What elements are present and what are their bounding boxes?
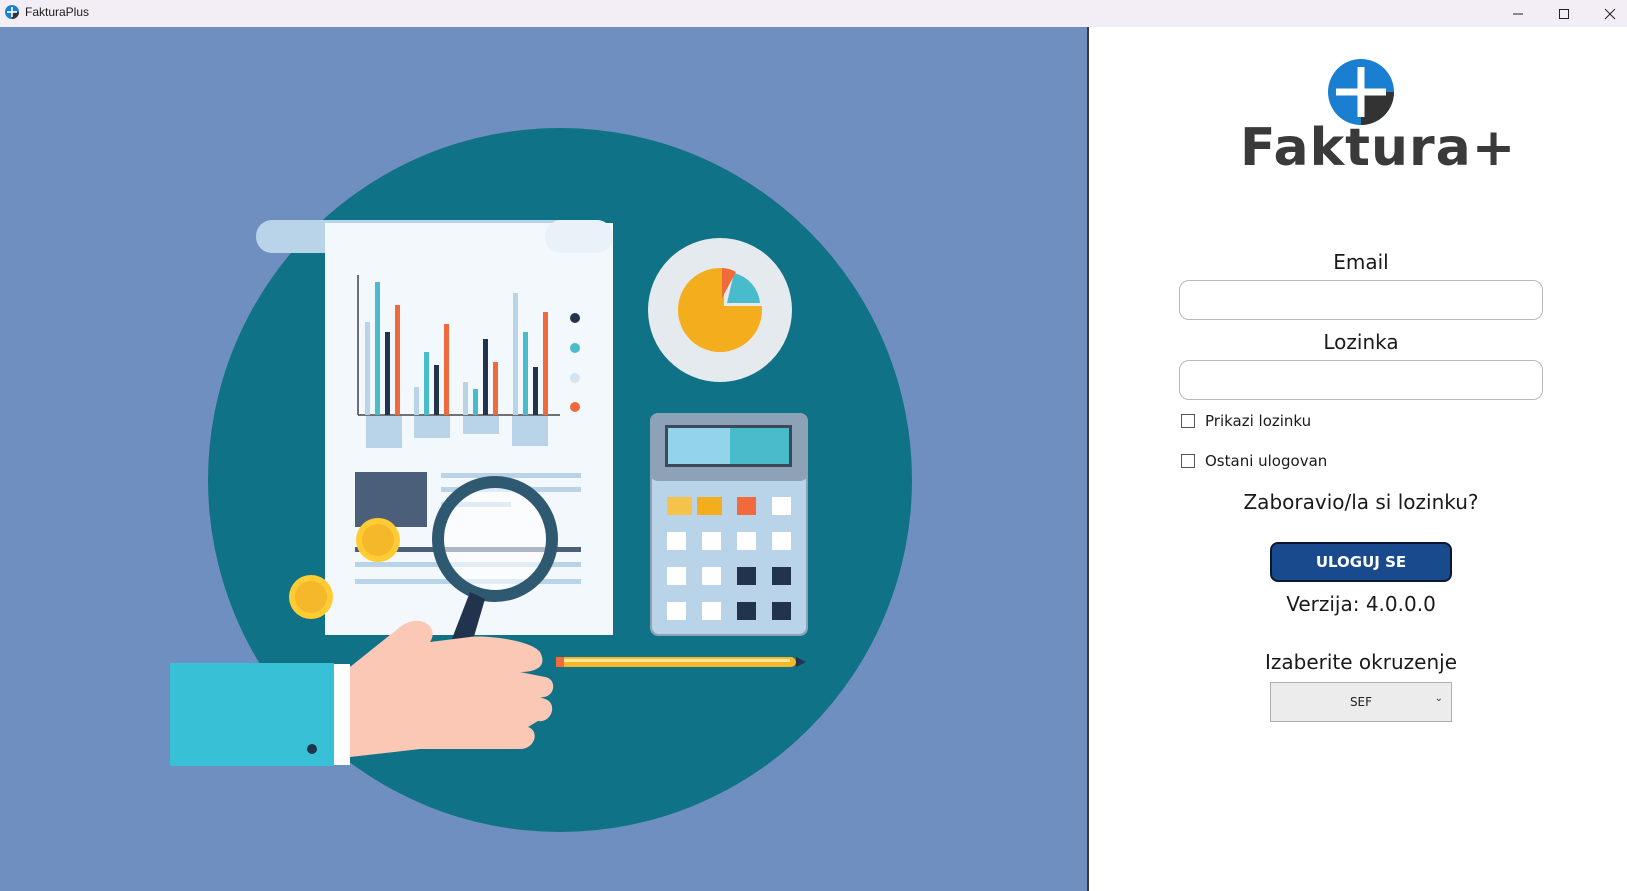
login-button[interactable]: ULOGUJ SE <box>1270 542 1452 582</box>
stay-logged-in-label: Ostani ulogovan <box>1205 452 1328 470</box>
close-button[interactable] <box>1587 0 1627 27</box>
maximize-icon <box>1559 8 1569 19</box>
stay-logged-in-checkbox[interactable] <box>1181 454 1195 468</box>
show-password-checkbox[interactable] <box>1181 414 1195 428</box>
chevron-down-icon: ⌄ <box>1434 693 1443 704</box>
finance-illustration <box>170 128 912 832</box>
stay-logged-in-row[interactable]: Ostani ulogovan <box>1181 452 1327 470</box>
email-label: Email <box>1333 250 1389 274</box>
illustration-panel <box>0 27 1087 891</box>
app-logo-icon <box>5 5 19 19</box>
faktura-logo-icon <box>1328 59 1394 125</box>
show-password-label: Prikazi lozinku <box>1205 412 1312 430</box>
maximize-button[interactable] <box>1541 0 1587 27</box>
minimize-button[interactable] <box>1495 0 1541 27</box>
version-text: Verzija: 4.0.0.0 <box>1286 592 1436 616</box>
email-input[interactable] <box>1179 280 1543 320</box>
password-input[interactable] <box>1179 360 1543 400</box>
forgot-password-link[interactable]: Zaboravio/la si lozinku? <box>1179 490 1543 514</box>
window-title: FakturaPlus <box>25 5 90 19</box>
logo-wordmark: Faktura+ <box>1240 118 1517 178</box>
environment-selected-value: SEF <box>1349 695 1373 709</box>
minimize-icon <box>1513 13 1523 14</box>
environment-label: Izaberite okruzenje <box>1265 650 1457 674</box>
environment-select[interactable]: SEF ⌄ <box>1270 682 1452 722</box>
show-password-row[interactable]: Prikazi lozinku <box>1181 412 1311 430</box>
title-bar: FakturaPlus <box>0 0 1627 27</box>
close-icon <box>1604 8 1616 19</box>
password-label: Lozinka <box>1323 330 1399 354</box>
